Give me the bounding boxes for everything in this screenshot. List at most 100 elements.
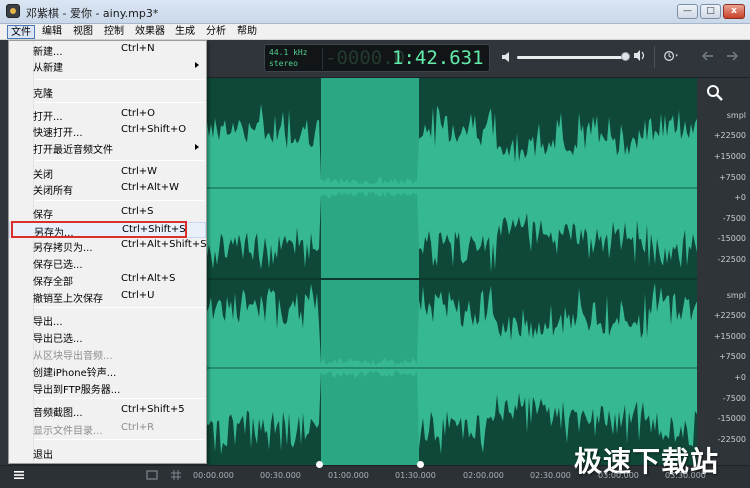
file-menu-item[interactable]: 撤销至上次保存 Ctrl+U (9, 289, 206, 305)
file-menu-item[interactable]: 新建... Ctrl+N (9, 42, 206, 58)
file-menu-item[interactable]: 导出已选... (9, 329, 206, 345)
scale-tick-label: -15000 (717, 234, 746, 243)
menu-item-shortcut: Ctrl+Alt+W (121, 182, 179, 193)
menu-item-label: 克隆 (33, 89, 53, 100)
scale-tick-label: +22500 (713, 131, 746, 140)
menu-separator (35, 439, 205, 440)
menu-item-label: 导出到FTP服务器... (33, 385, 121, 396)
file-menu-item[interactable]: 导出到FTP服务器... (9, 380, 206, 396)
title-bar: 邓紫棋 - 爱你 - ainy.mp3* — □ x (0, 0, 750, 24)
timeline-tick-label: 01:30.000 (395, 471, 436, 480)
image-icon[interactable] (146, 469, 158, 481)
minimize-button[interactable]: — (677, 4, 698, 19)
file-menu-item[interactable]: 克隆 (9, 84, 206, 100)
scale-tick-label: -15000 (717, 414, 746, 423)
scale-tick-label: +15000 (713, 152, 746, 161)
volume-slider-track[interactable] (517, 56, 629, 59)
volume-max-icon[interactable] (633, 49, 646, 62)
file-menu-item: 显示文件目录... Ctrl+R (9, 421, 206, 437)
file-menu-item[interactable]: 导出... (9, 312, 206, 328)
menu-separator (35, 200, 205, 201)
timeline-tick-label: 02:00.000 (463, 471, 504, 480)
scale-tick-label: smpl (726, 111, 746, 120)
file-menu-item: 从区块导出音频... (9, 346, 206, 362)
menu-view[interactable]: 视图 (70, 25, 96, 39)
file-menu-item[interactable]: 快速打开... Ctrl+Shift+O (9, 123, 206, 139)
window-title: 邓紫棋 - 爱你 - ainy.mp3* (26, 7, 159, 20)
menu-bar: 文件 编辑 视图 控制 效果器 生成 分析 帮助 (0, 24, 750, 40)
menu-item-label: 撤销至上次保存 (33, 294, 103, 305)
file-menu-item[interactable]: 保存 Ctrl+S (9, 205, 206, 221)
timeline-tick-label: 03:00.000 (598, 471, 639, 480)
scale-tick-label: +0 (734, 193, 746, 202)
submenu-arrow-icon (195, 144, 199, 150)
submenu-arrow-icon (195, 62, 199, 68)
file-menu-item[interactable]: 保存已选... (9, 255, 206, 271)
menu-item-label: 保存 (33, 210, 53, 221)
menu-separator (35, 307, 205, 308)
file-menu-item[interactable]: 打开... Ctrl+O (9, 107, 206, 123)
close-button[interactable]: x (723, 4, 745, 19)
menu-help[interactable]: 帮助 (234, 25, 260, 39)
menu-effects[interactable]: 效果器 (132, 25, 168, 39)
menu-item-shortcut: Ctrl+O (121, 108, 156, 119)
file-menu-item[interactable]: 关闭 Ctrl+W (9, 165, 206, 181)
menu-separator (35, 398, 205, 399)
menu-generate[interactable]: 生成 (172, 25, 198, 39)
speaker-icon[interactable] (501, 51, 513, 63)
menu-analyze[interactable]: 分析 (203, 25, 229, 39)
scale-tick-label: +7500 (718, 173, 746, 182)
selection-start-marker[interactable] (316, 461, 323, 468)
waveform-canvas[interactable] (207, 78, 697, 465)
volume-slider-handle[interactable] (620, 52, 630, 61)
scale-tick-label: -22500 (717, 255, 746, 264)
maximize-button[interactable]: □ (700, 4, 721, 19)
menu-file[interactable]: 文件 (7, 25, 35, 39)
menu-item-shortcut: Ctrl+Shift+O (121, 124, 187, 135)
menu-item-label: 从新建 (33, 63, 63, 74)
scale-tick-label: +7500 (718, 352, 746, 361)
menu-item-label: 创建iPhone铃声... (33, 368, 117, 379)
scale-tick-label: +15000 (713, 332, 746, 341)
scale-tick-label: -22500 (717, 435, 746, 444)
menu-item-shortcut: Ctrl+Alt+S (121, 273, 176, 284)
timeline-tick-label: 03:30.000 (665, 471, 706, 480)
menu-separator (35, 102, 205, 103)
file-menu-item[interactable]: 音频截图... Ctrl+Shift+5 (9, 403, 206, 419)
menu-control[interactable]: 控制 (101, 25, 127, 39)
menu-separator (35, 160, 205, 161)
menu-item-label: 关闭所有 (33, 186, 73, 197)
audio-editor-window: 邓紫棋 - 爱你 - ainy.mp3* — □ x 文件 编辑 视图 控制 效… (0, 0, 750, 488)
menu-item-label: 新建... (33, 47, 63, 58)
sample-rate: 44.1 kHz (269, 48, 308, 57)
scale-tick-label: -7500 (722, 214, 746, 223)
zoom-icon[interactable] (706, 84, 724, 102)
list-view-icon[interactable] (13, 469, 25, 481)
menu-item-label: 打开最近音频文件 (33, 145, 113, 156)
clock-icon[interactable] (664, 48, 680, 64)
menu-item-label: 音频截图... (33, 408, 83, 419)
toolbar-divider (654, 46, 655, 68)
file-menu-item[interactable]: 另存拷贝为... Ctrl+Alt+Shift+S (9, 238, 207, 254)
file-menu-item[interactable]: 保存全部 Ctrl+Alt+S (9, 272, 206, 288)
forward-arrow-icon[interactable] (724, 48, 740, 64)
menu-separator (35, 79, 205, 80)
menu-edit[interactable]: 编辑 (39, 25, 65, 39)
menu-item-shortcut: Ctrl+U (121, 290, 155, 301)
grid-icon[interactable] (170, 469, 182, 481)
scale-tick-label: +0 (734, 373, 746, 382)
file-menu-item[interactable]: 创建iPhone铃声... (9, 363, 206, 379)
selection-region[interactable] (321, 78, 419, 465)
menu-item-label: 导出... (33, 317, 63, 328)
menu-item-shortcut: Ctrl+N (121, 43, 155, 54)
menu-item-label: 从区块导出音频... (33, 351, 113, 362)
file-menu-item[interactable]: 关闭所有 Ctrl+Alt+W (9, 181, 206, 197)
selection-end-marker[interactable] (417, 461, 424, 468)
menu-item-label: 显示文件目录... (33, 426, 103, 437)
menu-item-label: 退出 (33, 450, 53, 461)
file-menu-item[interactable]: 从新建 (9, 58, 206, 74)
waveform-view[interactable] (207, 78, 697, 465)
file-menu-item[interactable]: 退出 (9, 445, 206, 461)
back-arrow-icon[interactable] (700, 48, 716, 64)
file-menu-item[interactable]: 打开最近音频文件 (9, 140, 206, 156)
